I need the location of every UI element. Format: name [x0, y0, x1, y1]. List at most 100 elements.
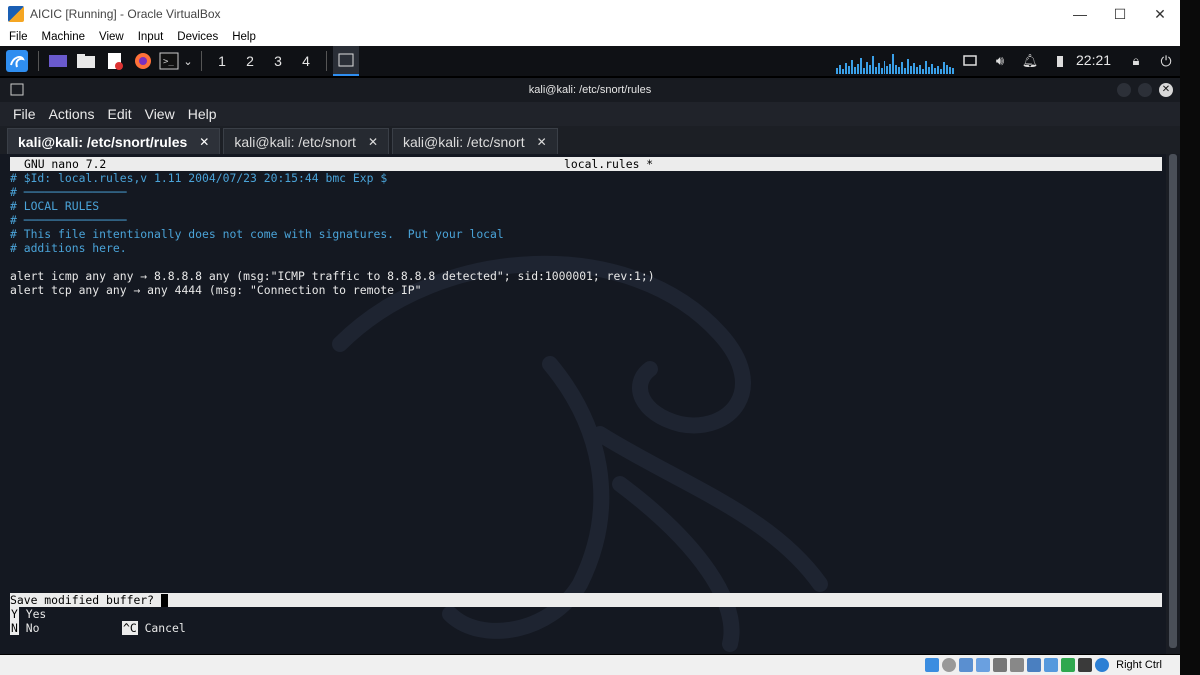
- cpu-bar: [874, 67, 877, 74]
- terminal-menu-edit[interactable]: Edit: [107, 106, 131, 122]
- recording-icon[interactable]: [1044, 658, 1059, 672]
- cpu-bar: [922, 69, 925, 74]
- tab-close-icon[interactable]: ✕: [199, 135, 209, 149]
- vbox-titlebar: AICIC [Running] - Oracle VirtualBox — ☐ …: [0, 0, 1180, 28]
- nano-save-prompt[interactable]: Save modified buffer?: [10, 593, 1162, 607]
- cpu-bar: [942, 62, 945, 74]
- battery-icon[interactable]: [1050, 46, 1070, 76]
- chevron-down-icon[interactable]: ⌄: [181, 46, 195, 76]
- workspace-1[interactable]: 1: [208, 46, 236, 82]
- file-line: # ───────────────: [10, 213, 127, 227]
- cpu-bar: [865, 62, 868, 74]
- cpu-bar: [936, 66, 939, 74]
- tab-snort-1[interactable]: kali@kali: /etc/snort ✕: [223, 128, 389, 154]
- vbox-statusbar: Right Ctrl: [0, 655, 1180, 675]
- lock-icon[interactable]: 🔒︎: [1126, 46, 1146, 76]
- cpu-bar: [862, 68, 865, 74]
- workspace-4[interactable]: 4: [292, 46, 320, 76]
- tab-snort-2[interactable]: kali@kali: /etc/snort ✕: [392, 128, 558, 154]
- cpu-graph: [836, 50, 954, 74]
- vbox-window-title: AICIC [Running] - Oracle VirtualBox: [30, 7, 221, 21]
- terminal-menu-file[interactable]: File: [13, 106, 36, 122]
- optical-drive-icon[interactable]: [942, 658, 957, 672]
- cpu-bar: [948, 67, 951, 74]
- panel-clock[interactable]: 22:21: [1076, 52, 1111, 68]
- cpu-activity-icon[interactable]: [1061, 658, 1076, 672]
- cpu-bar: [910, 66, 913, 74]
- tab-close-icon[interactable]: ✕: [537, 135, 547, 149]
- audio-icon[interactable]: [959, 658, 974, 672]
- workspace-3[interactable]: 3: [264, 46, 292, 76]
- terminal-menu-view[interactable]: View: [145, 106, 175, 122]
- terminal-launcher-icon[interactable]: >_: [157, 46, 181, 76]
- volume-icon[interactable]: 🔊︎: [990, 46, 1010, 76]
- close-button[interactable]: ✕: [1140, 0, 1180, 28]
- shortcut-key: N: [10, 621, 19, 635]
- vbox-menu-file[interactable]: File: [0, 31, 33, 43]
- kali-dragon-icon: [6, 50, 28, 72]
- tab-label: kali@kali: /etc/snort: [403, 133, 525, 150]
- file-line: # $Id: local.rules,v 1.11 2004/07/23 20:…: [10, 171, 388, 185]
- vbox-menu-input[interactable]: Input: [129, 31, 169, 43]
- desktop-icon[interactable]: [45, 46, 71, 76]
- tab-snort-rules[interactable]: kali@kali: /etc/snort/rules ✕: [7, 128, 221, 154]
- text-editor-icon[interactable]: [101, 46, 129, 76]
- file-line: # LOCAL RULES: [10, 199, 100, 213]
- shared-folders-icon[interactable]: [1010, 658, 1025, 672]
- file-line: alert icmp any any → 8.8.8.8 any (msg:"I…: [10, 269, 655, 283]
- minimize-button[interactable]: —: [1060, 0, 1100, 28]
- vbox-menu-help[interactable]: Help: [223, 31, 261, 43]
- terminal-minimize-button[interactable]: [1117, 83, 1131, 97]
- vbox-menu-machine[interactable]: Machine: [33, 31, 90, 43]
- scrollbar-thumb[interactable]: [1169, 154, 1177, 648]
- file-line: # additions here.: [10, 241, 127, 255]
- notification-bell-icon[interactable]: 🔔︎: [1020, 46, 1040, 76]
- terminal-body[interactable]: GNU nano 7.2 local.rules * # $Id: local.r…: [0, 154, 1166, 654]
- terminal-menubar: File Actions Edit View Help: [0, 102, 1180, 126]
- vbox-menu-devices[interactable]: Devices: [168, 31, 223, 43]
- maximize-button[interactable]: ☐: [1100, 0, 1140, 28]
- terminal-maximize-button[interactable]: [1138, 83, 1152, 97]
- logout-icon[interactable]: ⏻: [1156, 46, 1176, 76]
- cpu-bar: [904, 68, 907, 74]
- network-icon[interactable]: [960, 46, 980, 76]
- nano-option-no[interactable]: N No: [10, 621, 39, 635]
- file-line: alert tcp any any → any 4444 (msg: "Conn…: [10, 283, 422, 297]
- cpu-bar: [871, 56, 874, 74]
- terminal-task-button[interactable]: [333, 46, 359, 76]
- keyboard-capture-icon[interactable]: [1095, 658, 1110, 672]
- cpu-bar: [836, 68, 838, 74]
- usb-icon[interactable]: [993, 658, 1008, 672]
- panel-separator: [326, 51, 327, 71]
- vbox-menu-view[interactable]: View: [90, 31, 129, 43]
- workspace-2[interactable]: 2: [236, 46, 264, 76]
- terminal-titlebar: kali@kali: /etc/snort/rules ✕: [0, 78, 1180, 102]
- host-key-label: Right Ctrl: [1116, 659, 1162, 671]
- cpu-bar: [925, 61, 928, 74]
- terminal-scrollbar[interactable]: [1166, 154, 1180, 654]
- cpu-bar: [919, 65, 922, 74]
- file-manager-icon[interactable]: [71, 46, 101, 76]
- prompt-text: Save modified buffer?: [10, 593, 161, 607]
- terminal-close-button[interactable]: ✕: [1159, 83, 1173, 97]
- cpu-bar: [859, 58, 862, 74]
- cpu-bar: [916, 67, 919, 74]
- network-adapter-icon[interactable]: [976, 658, 991, 672]
- terminal-menu-actions[interactable]: Actions: [49, 106, 95, 122]
- terminal-menu-help[interactable]: Help: [188, 106, 217, 122]
- firefox-icon[interactable]: [129, 46, 157, 76]
- tab-close-icon[interactable]: ✕: [368, 135, 378, 149]
- nano-option-cancel[interactable]: ^C Cancel: [122, 621, 186, 635]
- nano-option-yes[interactable]: Y Yes: [10, 607, 46, 621]
- cpu-bar: [892, 54, 895, 74]
- cpu-bar: [889, 64, 892, 74]
- display-icon[interactable]: [1027, 658, 1042, 672]
- kali-menu-button[interactable]: [2, 46, 32, 76]
- mouse-integration-icon[interactable]: [1078, 658, 1093, 672]
- file-line: # This file intentionally does not come …: [10, 227, 504, 241]
- cpu-bar: [939, 69, 942, 74]
- cpu-bar: [850, 60, 853, 74]
- cpu-bar: [856, 64, 859, 74]
- hard-disk-icon[interactable]: [925, 658, 940, 672]
- shortcut-key: Y: [10, 607, 19, 621]
